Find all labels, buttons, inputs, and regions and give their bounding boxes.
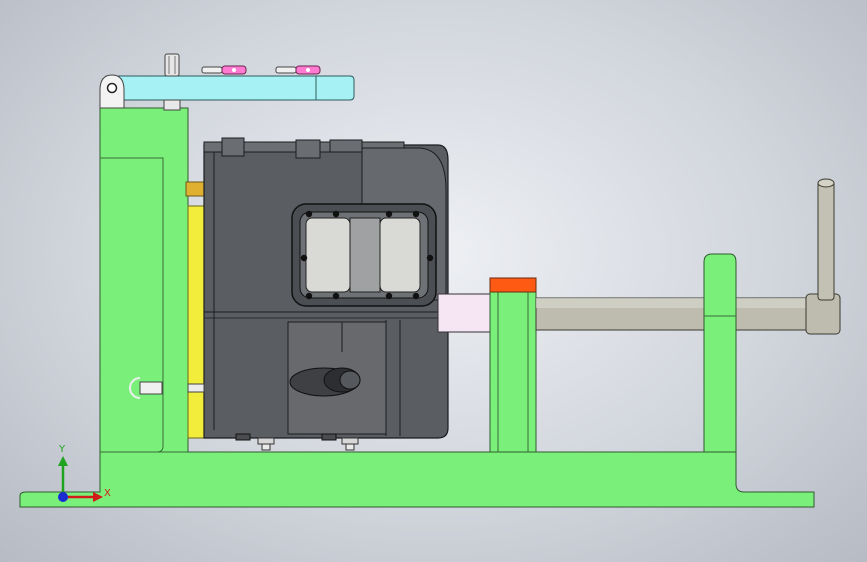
right-support[interactable] bbox=[703, 253, 737, 453]
triad-y-label: Y bbox=[58, 444, 66, 455]
handle-assembly[interactable] bbox=[805, 178, 841, 335]
middle-post[interactable] bbox=[489, 277, 537, 453]
window-cavity-right bbox=[379, 217, 421, 293]
screw-shaft[interactable] bbox=[535, 297, 809, 331]
pressure-block[interactable] bbox=[437, 293, 491, 333]
locator-pin bbox=[164, 53, 180, 77]
window-cavity-left bbox=[305, 217, 351, 293]
support-post bbox=[163, 99, 181, 111]
clamp-arm[interactable] bbox=[99, 74, 355, 111]
clamp-screws[interactable] bbox=[164, 53, 321, 77]
locating-pad[interactable] bbox=[185, 181, 205, 439]
triad-x-label: X bbox=[104, 488, 111, 499]
pivot-pin-icon bbox=[106, 82, 118, 94]
handle-lever[interactable] bbox=[817, 181, 835, 301]
cad-graphics-area[interactable]: Y X bbox=[0, 0, 867, 562]
screw-head-1 bbox=[201, 66, 223, 74]
inspection-window[interactable] bbox=[291, 203, 437, 307]
wear-pad bbox=[489, 277, 537, 293]
triad-z-origin bbox=[58, 492, 68, 502]
screw-head-2 bbox=[275, 66, 297, 74]
bottom-screws[interactable] bbox=[257, 437, 359, 451]
fixture-assembly-view[interactable]: Y X bbox=[0, 0, 867, 562]
